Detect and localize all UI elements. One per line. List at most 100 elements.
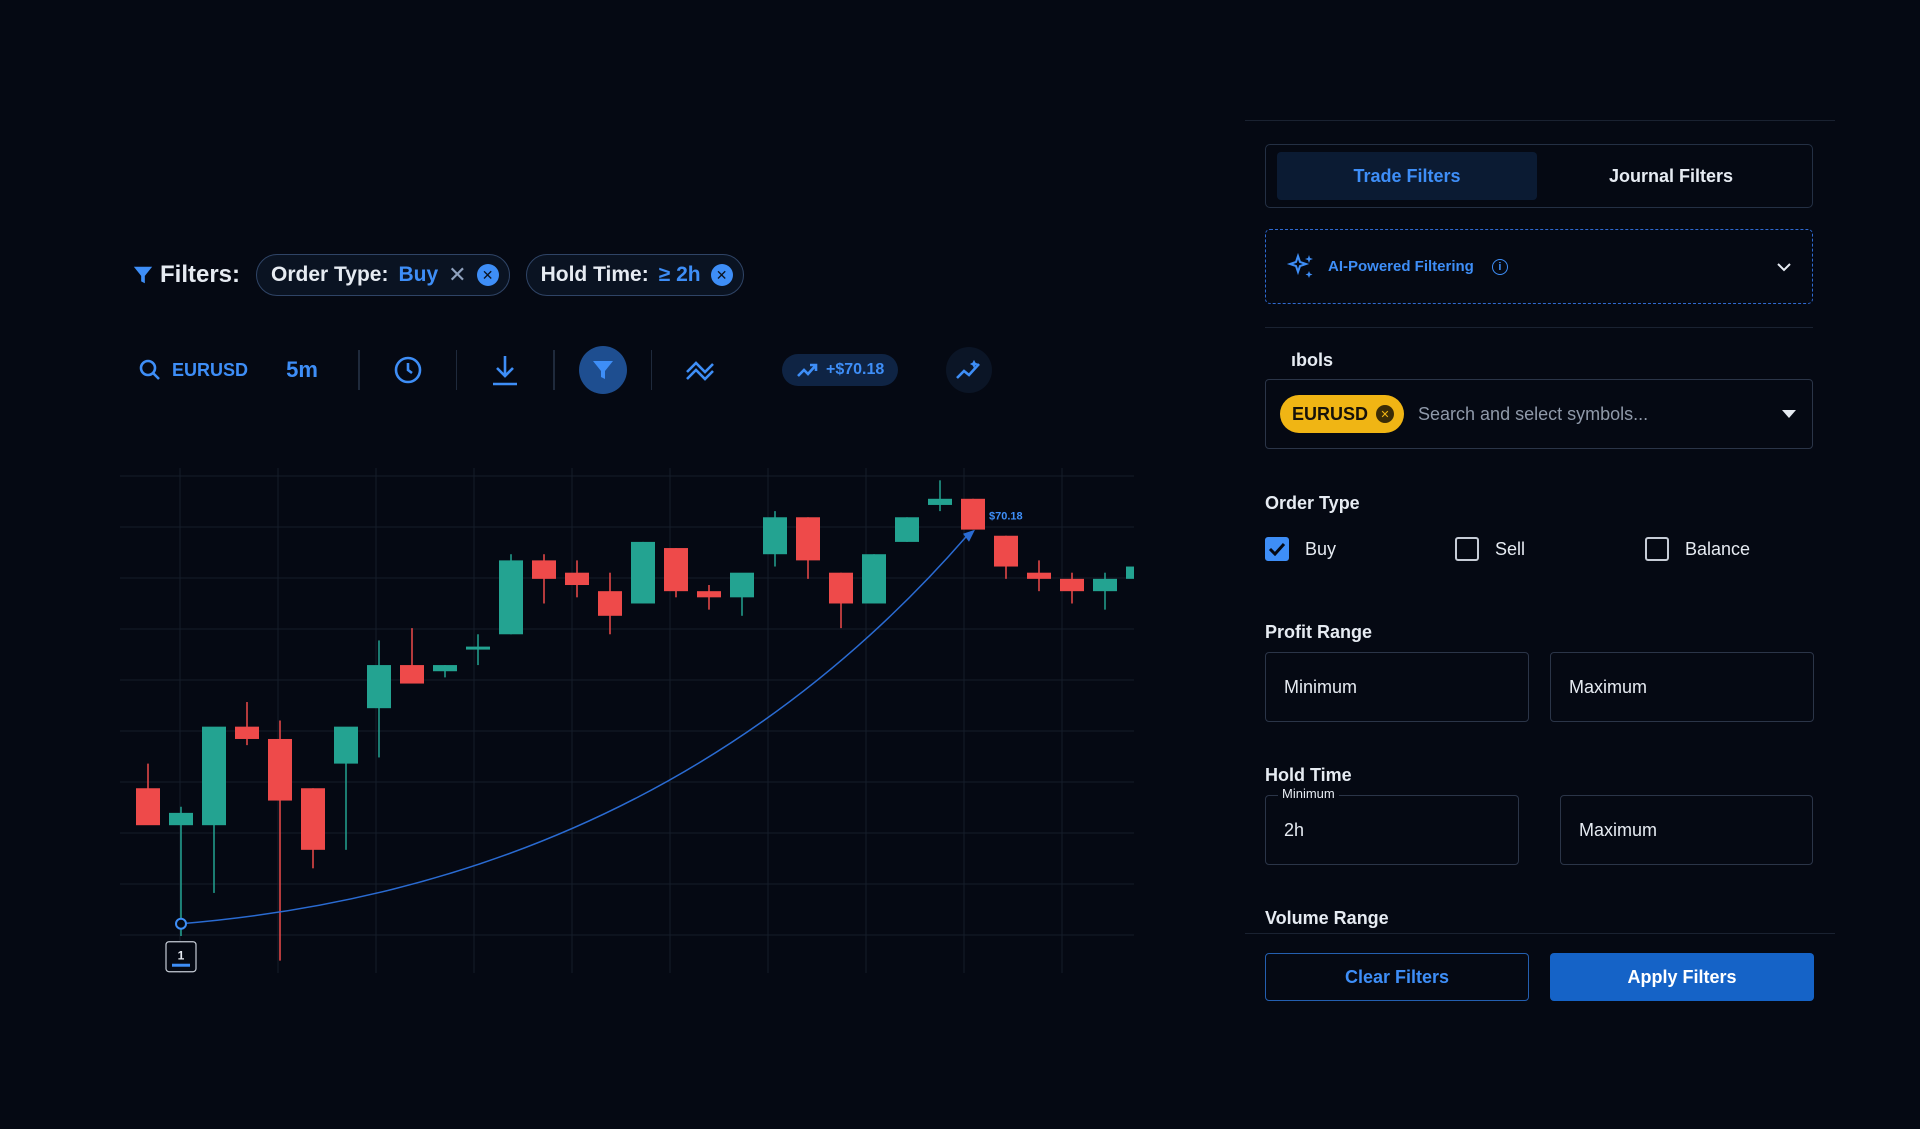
chip-order-type-value: Buy	[398, 263, 439, 286]
trade-number-label: 1	[178, 949, 185, 963]
toolbar-separator	[650, 350, 652, 390]
chart-overlay: $70.18 1	[165, 511, 1023, 973]
trend-up-icon	[797, 363, 818, 377]
chart-grid	[120, 468, 1134, 973]
indicators-button[interactable]	[672, 346, 728, 394]
symbol-search-button[interactable]: EURUSD	[138, 358, 266, 382]
candle-body	[862, 554, 886, 604]
interval-label: 5m	[286, 357, 318, 382]
remove-symbol-icon[interactable]: ✕	[1376, 405, 1395, 423]
chip-hold-time-value: ≥ 2h	[658, 263, 701, 286]
candle-body	[928, 498, 952, 505]
tab-journal-filters[interactable]: Journal Filters	[1541, 152, 1801, 200]
funnel-icon	[133, 266, 153, 284]
symbols-select[interactable]: EURUSD ✕ Search and select symbols...	[1265, 379, 1813, 449]
sparkles-icon	[1286, 252, 1313, 278]
checkbox-buy-label: Buy	[1305, 538, 1337, 559]
search-icon	[139, 359, 160, 380]
symbol-label: EURUSD	[172, 359, 249, 380]
close-icon[interactable]: ✕	[448, 262, 466, 288]
candle-body	[301, 788, 325, 850]
trade-number-underline	[172, 963, 190, 967]
chip-hold-time-key: Hold Time:	[540, 263, 649, 286]
symbol-chip-eurusd[interactable]: EURUSD ✕	[1280, 395, 1405, 433]
candle-body	[697, 591, 721, 598]
caret-down-icon[interactable]	[1782, 410, 1796, 418]
chart-tools-button[interactable]	[946, 347, 993, 393]
candle-body	[532, 560, 556, 579]
chevron-down-icon[interactable]	[1776, 262, 1792, 272]
checkbox-sell-label: Sell	[1495, 538, 1526, 559]
candle-body	[1027, 572, 1051, 579]
filter-button[interactable]	[578, 346, 627, 394]
candle-body	[466, 646, 490, 650]
apply-filters-button[interactable]: Apply Filters	[1550, 953, 1814, 1001]
filter-tabs: Trade Filters Journal Filters	[1265, 144, 1813, 208]
hold-min-floating-label: Minimum	[1278, 786, 1339, 801]
candle-body	[829, 572, 853, 604]
order-type-options: Buy Sell Balance	[1265, 537, 1835, 561]
hold-max-input[interactable]: Maximum	[1560, 795, 1813, 865]
pnl-badge[interactable]: +$70.18	[782, 354, 899, 386]
candle-body	[565, 572, 589, 586]
candle-body	[994, 535, 1018, 567]
toolbar-separator	[455, 350, 457, 390]
download-button[interactable]	[477, 346, 533, 394]
symbols-search-placeholder[interactable]: Search and select symbols...	[1418, 404, 1648, 425]
tab-trade-filters[interactable]: Trade Filters	[1277, 152, 1537, 200]
candle-body	[367, 665, 391, 709]
checkbox-buy[interactable]: Buy	[1265, 537, 1455, 561]
remove-chip-icon[interactable]: ✕	[476, 264, 499, 286]
chart-toolbar: EURUSD 5m +$70.18	[138, 346, 993, 394]
panel-footer-divider	[1245, 933, 1835, 934]
toolbar-separator	[358, 350, 360, 390]
chip-hold-time[interactable]: Hold Time: ≥ 2h ✕	[525, 254, 744, 296]
checkbox-unchecked-icon[interactable]	[1645, 537, 1669, 561]
candle-body	[730, 572, 754, 598]
chart-magic-icon	[956, 359, 981, 379]
hold-min-input[interactable]: Minimum 2h	[1265, 786, 1519, 865]
profit-max-input[interactable]: Maximum	[1550, 652, 1814, 722]
candle-body	[400, 665, 424, 684]
candle-body	[202, 726, 226, 826]
candle-body	[598, 591, 622, 616]
filter-panel: Trade Filters Journal Filters AI-Powered…	[1245, 120, 1835, 1001]
checkbox-balance[interactable]: Balance	[1645, 537, 1835, 561]
order-type-label: Order Type	[1265, 493, 1360, 513]
trade-profit-label: $70.18	[989, 511, 1023, 523]
toolbar-separator	[553, 350, 555, 390]
candlestick-chart[interactable]: $70.18 1	[120, 468, 1134, 973]
profit-min-input[interactable]: Minimum	[1265, 652, 1529, 722]
ai-filtering-label: AI-Powered Filtering	[1328, 258, 1474, 275]
chip-order-type-key: Order Type:	[271, 263, 389, 286]
checkbox-unchecked-icon[interactable]	[1455, 537, 1479, 561]
pnl-value: +$70.18	[826, 361, 885, 378]
trend-lines-icon	[686, 361, 714, 381]
candle-body	[1060, 578, 1084, 592]
filters-title: Filters:	[132, 261, 240, 289]
filter-icon	[592, 361, 613, 379]
candle-body	[895, 517, 919, 542]
trade-entry-marker	[175, 917, 187, 930]
candle-body	[499, 560, 523, 635]
clock-icon	[394, 356, 421, 384]
candle-body	[664, 548, 688, 592]
checkbox-sell[interactable]: Sell	[1455, 537, 1645, 561]
symbol-chip-label: EURUSD	[1292, 403, 1369, 424]
remove-chip-icon[interactable]: ✕	[710, 264, 733, 286]
candle-body	[763, 517, 787, 555]
interval-button[interactable]: 5m	[266, 357, 338, 383]
clock-button[interactable]	[380, 346, 436, 394]
filters-title-label: Filters:	[160, 261, 241, 288]
checkbox-balance-label: Balance	[1685, 538, 1751, 559]
trade-arrow-head	[963, 529, 975, 542]
chart-candles	[136, 480, 1134, 961]
candle-body	[433, 665, 457, 672]
download-icon	[493, 356, 517, 386]
checkbox-checked-icon[interactable]	[1265, 537, 1289, 561]
symbols-label: ıbols	[1291, 350, 1334, 370]
info-icon[interactable]: i	[1491, 258, 1508, 275]
chip-order-type[interactable]: Order Type: Buy ✕ ✕	[256, 254, 510, 296]
clear-filters-button[interactable]: Clear Filters	[1265, 953, 1529, 1001]
ai-filtering-toggle[interactable]: AI-Powered Filtering i	[1265, 229, 1813, 304]
